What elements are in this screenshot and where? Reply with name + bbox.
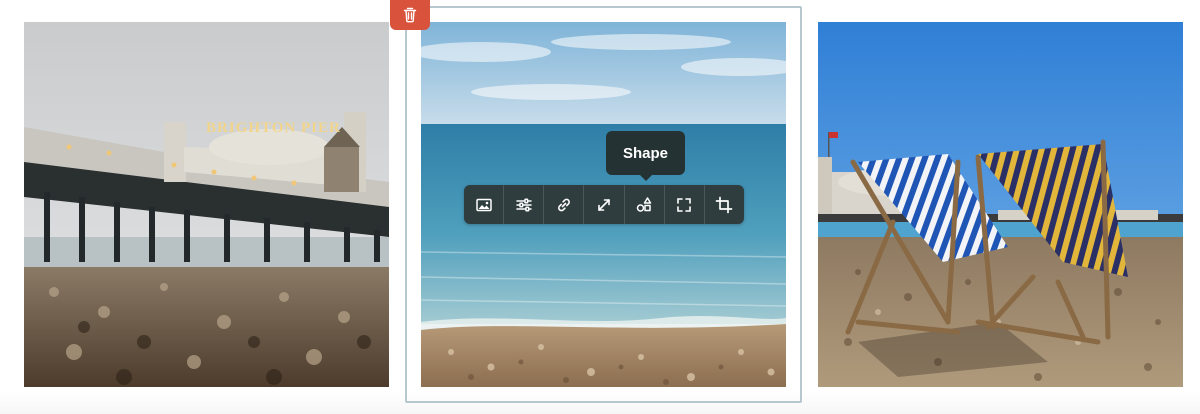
trash-icon bbox=[403, 7, 417, 23]
fullscreen-button[interactable] bbox=[665, 185, 705, 224]
link-button[interactable] bbox=[544, 185, 585, 224]
deckchairs-photo bbox=[818, 22, 1183, 387]
link-icon bbox=[557, 198, 570, 211]
adjust-settings-button[interactable] bbox=[504, 185, 545, 224]
pier-photo: BRIGHTON PIER bbox=[24, 22, 389, 387]
gallery-image-deckchairs[interactable] bbox=[818, 22, 1183, 387]
image-gallery-editor: BRIGHTON PIER Shape bbox=[0, 0, 1200, 414]
image-icon bbox=[475, 198, 492, 211]
shape-button[interactable] bbox=[625, 185, 665, 224]
sliders-icon bbox=[515, 197, 532, 212]
replace-image-button[interactable] bbox=[464, 185, 505, 224]
crop-button[interactable] bbox=[705, 185, 744, 224]
gallery-image-pier[interactable]: BRIGHTON PIER bbox=[24, 22, 389, 387]
fullscreen-icon bbox=[677, 197, 692, 212]
shapes-icon bbox=[636, 196, 652, 212]
resize-button[interactable] bbox=[584, 185, 625, 224]
expand-arrows-icon bbox=[598, 198, 610, 211]
crop-icon bbox=[716, 196, 733, 213]
image-toolbar bbox=[464, 185, 744, 224]
toolbar-tooltip: Shape bbox=[606, 131, 685, 181]
pier-sign: BRIGHTON PIER bbox=[206, 120, 341, 136]
delete-image-button[interactable] bbox=[390, 0, 430, 30]
